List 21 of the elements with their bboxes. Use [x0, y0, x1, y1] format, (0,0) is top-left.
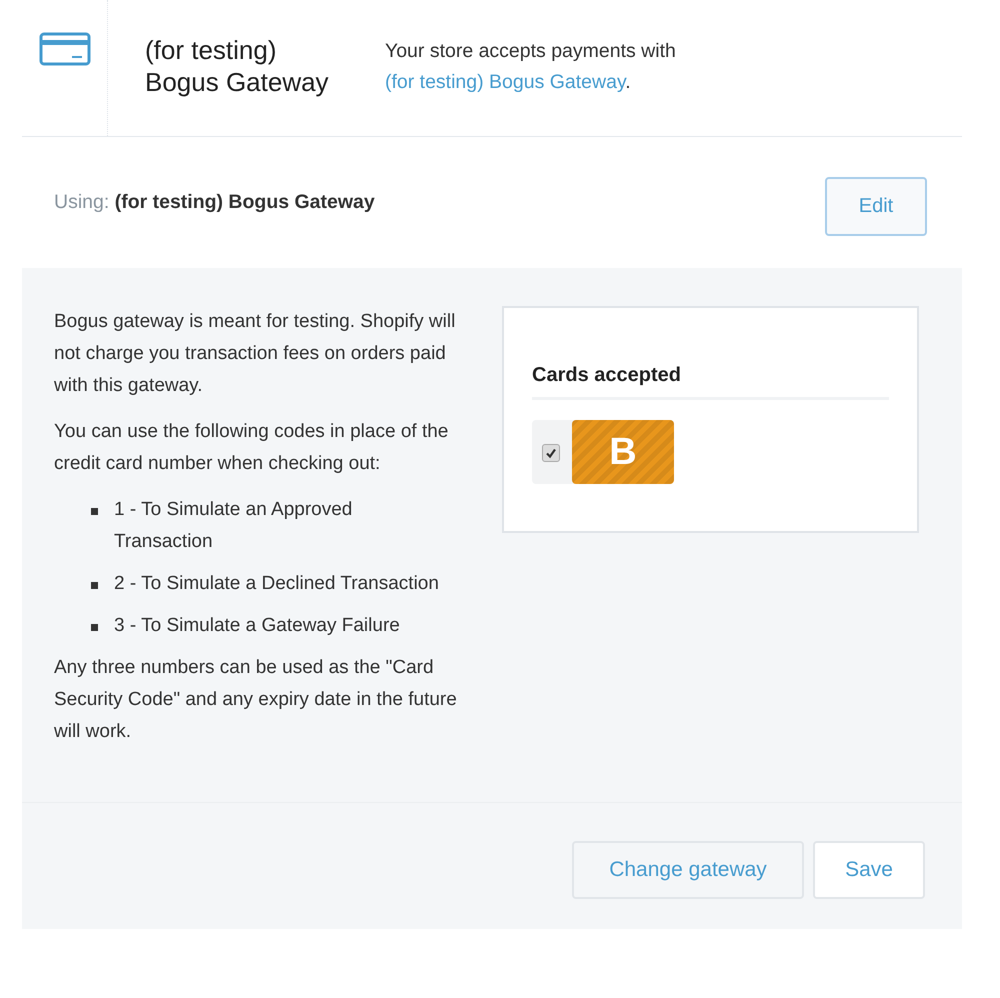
credit-card-icon [38, 32, 90, 66]
bullet-icon [91, 624, 98, 631]
code-item: 3 - To Simulate a Gateway Failure [114, 614, 401, 638]
info-paragraph: Any three numbers can be used as the "Card Security Code" and any expiry date in the future will work. [54, 656, 458, 744]
cards-title: Cards accepted [532, 364, 889, 400]
bullet-icon [91, 582, 98, 589]
edit-button[interactable]: Edit [825, 177, 927, 236]
change-gateway-button[interactable]: Change gateway [572, 841, 804, 899]
checkmark-icon [545, 447, 557, 459]
bullet-icon [91, 508, 98, 515]
card-logo: B [572, 420, 674, 484]
gateway-link[interactable]: (for testing) Bogus Gateway [385, 71, 626, 93]
code-item: 2 - To Simulate a Declined Transaction [114, 572, 440, 596]
using-gateway-text: Using: (for testing) Bogus Gateway [54, 191, 375, 214]
checkbox[interactable] [542, 444, 560, 462]
save-button[interactable]: Save [813, 841, 925, 899]
gateway-title: (for testing) Bogus Gateway [145, 34, 330, 98]
info-paragraph: You can use the following codes in place of the credit card number when checking out: [54, 420, 450, 476]
code-item: 1 - To Simulate an Approved Transaction [114, 498, 354, 554]
info-paragraph: Bogus gateway is meant for testing. Shopify will not charge you transaction fees on orders paid with this gateway. [54, 310, 456, 398]
gateway-description: Your store accepts payments with (for testing) Bogus Gateway. [385, 39, 677, 95]
